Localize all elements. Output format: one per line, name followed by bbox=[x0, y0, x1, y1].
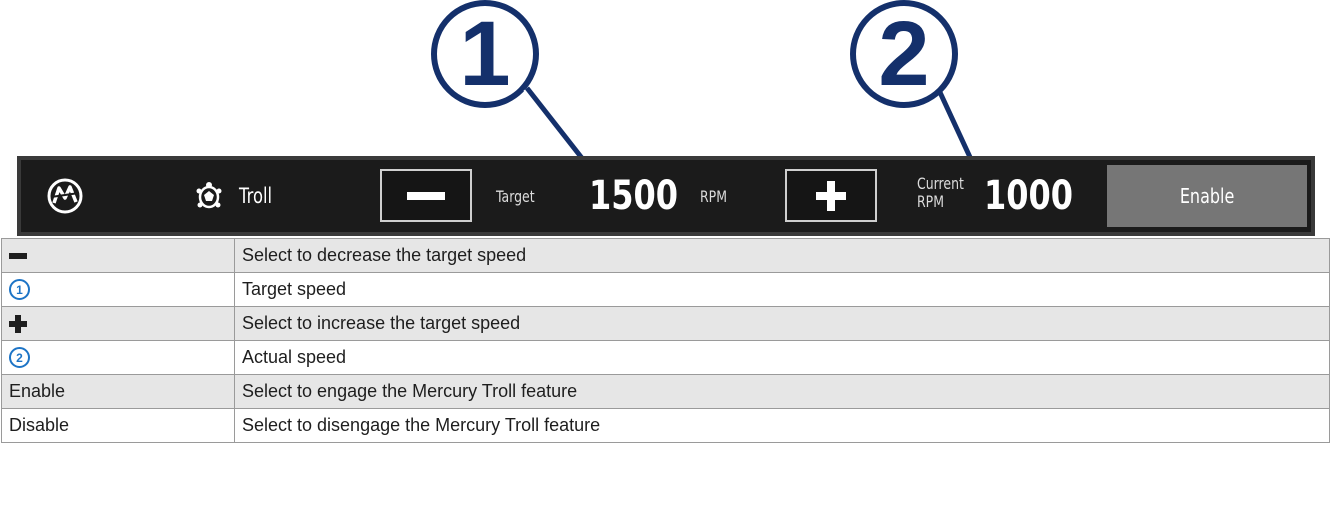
callout-1-leader bbox=[525, 86, 587, 164]
legend-icon-cell: 2 bbox=[1, 340, 235, 375]
legend-table: Select to decrease the target speed 1 Ta… bbox=[1, 238, 1330, 443]
legend-description: Actual speed bbox=[234, 340, 1330, 375]
turtle-icon bbox=[193, 160, 227, 232]
minus-icon bbox=[9, 253, 27, 260]
callout-2-marker: 2 bbox=[850, 0, 958, 108]
legend-description: Select to decrease the target speed bbox=[234, 238, 1330, 273]
legend-icon-cell bbox=[1, 306, 235, 341]
legend-description: Select to engage the Mercury Troll featu… bbox=[234, 374, 1330, 409]
increase-target-button[interactable] bbox=[785, 169, 877, 222]
decrease-target-button[interactable] bbox=[380, 169, 472, 222]
target-unit-label: RPM bbox=[700, 186, 727, 206]
troll-mode-label: Troll bbox=[239, 184, 273, 208]
legend-description: Select to disengage the Mercury Troll fe… bbox=[234, 408, 1330, 443]
plus-icon bbox=[9, 315, 27, 334]
target-label: Target bbox=[496, 186, 535, 206]
callout-1-badge-icon: 1 bbox=[9, 279, 30, 301]
current-rpm-value: 1000 bbox=[984, 173, 1074, 219]
legend-row: Enable Select to engage the Mercury Trol… bbox=[1, 374, 1330, 409]
plus-icon bbox=[816, 180, 846, 211]
target-rpm-value: 1500 bbox=[589, 173, 679, 219]
callout-2-number: 2 bbox=[878, 3, 930, 105]
enable-button-label: Enable bbox=[1179, 184, 1235, 208]
current-rpm-label: Current RPM bbox=[917, 175, 964, 211]
legend-description: Select to increase the target speed bbox=[234, 306, 1330, 341]
legend-description: Target speed bbox=[234, 272, 1330, 307]
troll-toolbar: Troll Target 1500 RPM Current RPM 1000 E… bbox=[17, 156, 1315, 236]
legend-row: Select to increase the target speed bbox=[1, 306, 1330, 341]
legend-row: Disable Select to disengage the Mercury … bbox=[1, 408, 1330, 443]
mercury-logo-icon bbox=[45, 160, 85, 232]
minus-icon bbox=[407, 191, 445, 200]
legend-row: 2 Actual speed bbox=[1, 340, 1330, 375]
legend-icon-cell: 1 bbox=[1, 272, 235, 307]
legend-icon-cell bbox=[1, 238, 235, 273]
enable-button[interactable]: Enable bbox=[1107, 165, 1307, 227]
current-label-line1: Current bbox=[917, 174, 964, 193]
legend-term: Enable bbox=[1, 374, 235, 409]
legend-term: Disable bbox=[1, 408, 235, 443]
current-label-line2: RPM bbox=[917, 192, 944, 211]
callout-2-badge-icon: 2 bbox=[9, 347, 30, 369]
legend-row: 1 Target speed bbox=[1, 272, 1330, 307]
legend-row: Select to decrease the target speed bbox=[1, 238, 1330, 273]
